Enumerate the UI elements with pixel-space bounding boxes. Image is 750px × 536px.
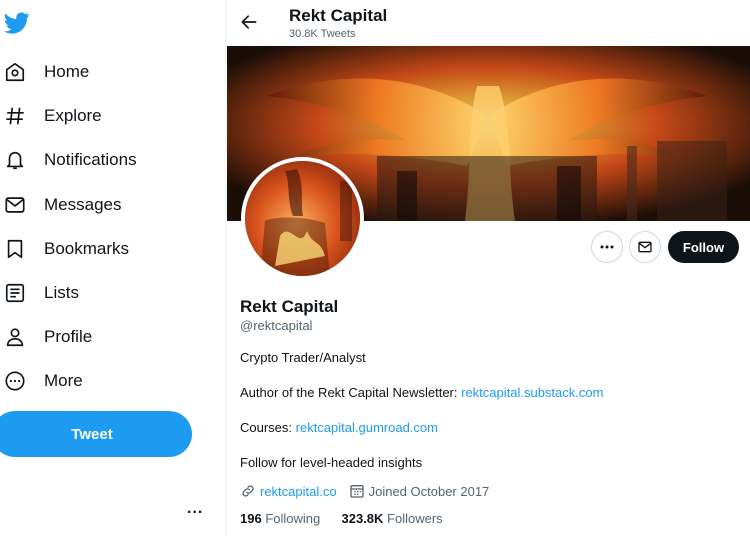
- bio-text: Courses:: [240, 420, 296, 435]
- hashtag-icon: [6, 107, 24, 125]
- nav-item-notifications[interactable]: Notifications: [0, 138, 226, 182]
- profile-avatar[interactable]: [241, 157, 364, 280]
- followers-stat[interactable]: 323.8K Followers: [342, 511, 443, 526]
- profile-handle: @rektcapital: [240, 318, 313, 333]
- nav-item-messages[interactable]: Messages: [0, 183, 226, 227]
- more-circle-icon: [5, 371, 25, 391]
- nav-label-explore: Explore: [44, 106, 102, 126]
- follow-button[interactable]: Follow: [668, 231, 739, 263]
- following-count: 196: [240, 511, 262, 526]
- envelope-icon: [5, 196, 25, 213]
- nav-label-bookmarks: Bookmarks: [44, 238, 130, 258]
- nav-item-bookmarks[interactable]: Bookmarks: [0, 227, 226, 271]
- courses-link[interactable]: rektcapital.gumroad.com: [296, 420, 438, 435]
- nav-item-more[interactable]: More: [0, 359, 226, 403]
- twitter-bird-icon[interactable]: [4, 10, 30, 36]
- profile-name: Rekt Capital: [240, 297, 339, 316]
- followers-label: Followers: [387, 511, 443, 526]
- tweet-button[interactable]: Tweet: [0, 411, 192, 457]
- person-icon: [6, 328, 24, 347]
- avatar-fire-image: [245, 161, 360, 276]
- sidebar: Home Explore Notifications Messages Book…: [0, 0, 226, 536]
- bio-line: Courses: rektcapital.gumroad.com: [240, 420, 438, 435]
- follow-stats: 196 Following 323.8K Followers: [240, 511, 443, 526]
- following-stat[interactable]: 196 Following: [240, 511, 320, 526]
- message-button[interactable]: [629, 231, 661, 263]
- header-tweet-count: 30.8K Tweets: [289, 28, 356, 40]
- envelope-icon: [638, 241, 652, 253]
- nav-item-profile[interactable]: Profile: [0, 315, 226, 359]
- nav-label-more: More: [44, 371, 83, 391]
- header-profile-name: Rekt Capital: [289, 6, 388, 25]
- website-link[interactable]: rektcapital.co: [260, 484, 337, 499]
- newsletter-link[interactable]: rektcapital.substack.com: [461, 385, 603, 400]
- profile-meta: rektcapital.co Joined October 2017: [240, 483, 489, 499]
- nav-item-home[interactable]: Home: [0, 50, 226, 94]
- following-label: Following: [265, 511, 321, 526]
- more-horizontal-icon: [600, 245, 614, 249]
- list-icon: [5, 283, 25, 303]
- primary-nav: Home Explore Notifications Messages Book…: [0, 50, 226, 404]
- nav-label-home: Home: [44, 62, 90, 82]
- bio-line: Crypto Trader/Analyst: [240, 350, 366, 365]
- nav-label-lists: Lists: [44, 283, 79, 303]
- bookmark-icon: [7, 239, 23, 258]
- profile-header-bar: Rekt Capital 30.8K Tweets: [227, 0, 750, 46]
- nav-item-lists[interactable]: Lists: [0, 271, 226, 315]
- back-arrow-icon[interactable]: [239, 12, 259, 32]
- bio-line: Author of the Rekt Capital Newsletter: r…: [240, 385, 603, 400]
- nav-label-notifications: Notifications: [44, 150, 137, 170]
- nav-label-messages: Messages: [44, 194, 122, 214]
- nav-label-profile: Profile: [44, 327, 93, 347]
- nav-item-explore[interactable]: Explore: [0, 94, 226, 138]
- home-icon: [5, 63, 25, 82]
- bio-line: Follow for level-headed insights: [240, 455, 423, 470]
- calendar-icon: [349, 485, 364, 498]
- profile-column: Rekt Capital 30.8K Tweets Follow Rekt Ca…: [227, 0, 750, 536]
- joined-date: Joined October 2017: [368, 483, 490, 499]
- bio-text: Author of the Rekt Capital Newsletter:: [240, 385, 462, 400]
- more-options-button[interactable]: [591, 231, 623, 263]
- link-icon: [242, 485, 254, 497]
- account-menu-more-icon[interactable]: ...: [187, 500, 203, 518]
- followers-count: 323.8K: [341, 511, 384, 526]
- bell-icon: [6, 152, 24, 170]
